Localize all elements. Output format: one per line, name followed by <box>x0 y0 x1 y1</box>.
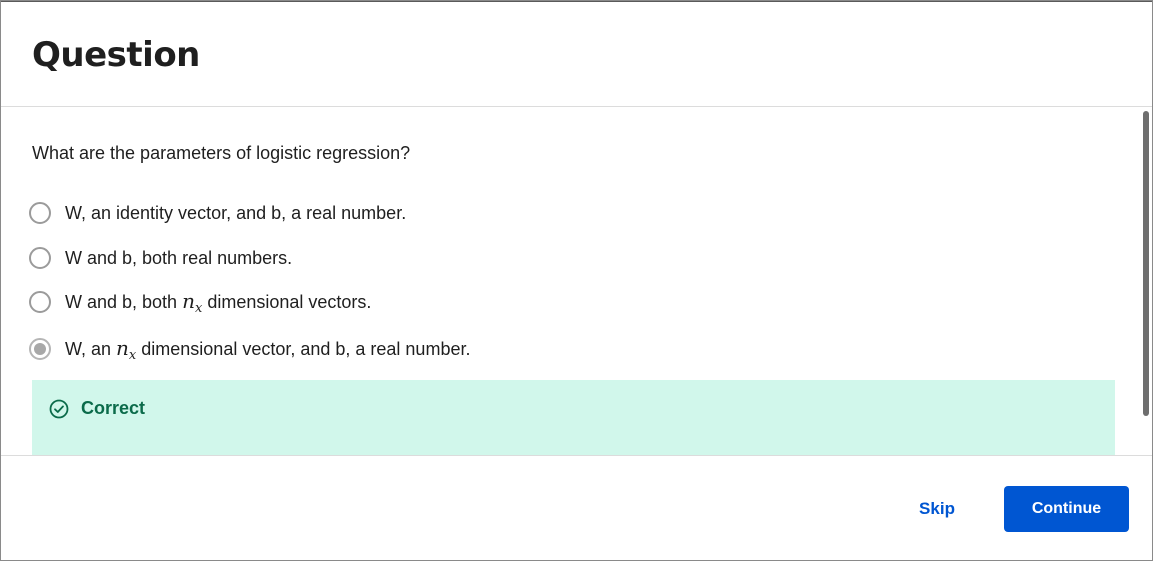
answer-option-4[interactable]: W, an nx dimensional vector, and b, a re… <box>29 335 470 363</box>
modal-header: Question <box>1 1 1152 107</box>
answer-option-2[interactable]: W and b, both real numbers. <box>29 244 292 272</box>
radio-button-selected[interactable] <box>29 338 51 360</box>
answer-option-1[interactable]: W, an identity vector, and b, a real num… <box>29 199 406 227</box>
math-base: n <box>182 288 195 313</box>
math-n-sub-x: nx <box>116 335 136 363</box>
answer-option-label: W, an identity vector, and b, a real num… <box>65 202 407 223</box>
option-text-start: W, an <box>65 338 117 359</box>
math-n-sub-x: nx <box>182 288 202 316</box>
question-prompt: What are the parameters of logistic regr… <box>32 143 411 163</box>
continue-button[interactable]: Continue <box>1004 486 1129 532</box>
math-base: n <box>116 335 129 360</box>
feedback-status: Correct <box>81 398 146 418</box>
radio-button[interactable] <box>29 202 51 224</box>
option-text-end: dimensional vector, and b, a real number… <box>136 338 471 359</box>
option-text-end: dimensional vectors. <box>202 291 372 312</box>
feedback-banner: Correct <box>32 380 1115 455</box>
answer-option-3[interactable]: W and b, both nx dimensional vectors. <box>29 288 371 316</box>
radio-button[interactable] <box>29 291 51 313</box>
scrollbar[interactable] <box>1143 111 1149 416</box>
option-text-start: W and b, both <box>65 291 183 312</box>
answer-option-label: W and b, both real numbers. <box>65 247 293 268</box>
check-circle-icon <box>49 399 69 419</box>
question-modal: Question What are the parameters of logi… <box>0 0 1153 561</box>
page-title: Question <box>32 35 200 75</box>
answer-option-label: W and b, both nx dimensional vectors. <box>65 289 371 316</box>
question-body: What are the parameters of logistic regr… <box>1 107 1152 455</box>
radio-button[interactable] <box>29 247 51 269</box>
modal-footer: Skip Continue <box>1 455 1152 560</box>
skip-button[interactable]: Skip <box>906 487 968 531</box>
answer-option-label: W, an nx dimensional vector, and b, a re… <box>65 336 470 363</box>
